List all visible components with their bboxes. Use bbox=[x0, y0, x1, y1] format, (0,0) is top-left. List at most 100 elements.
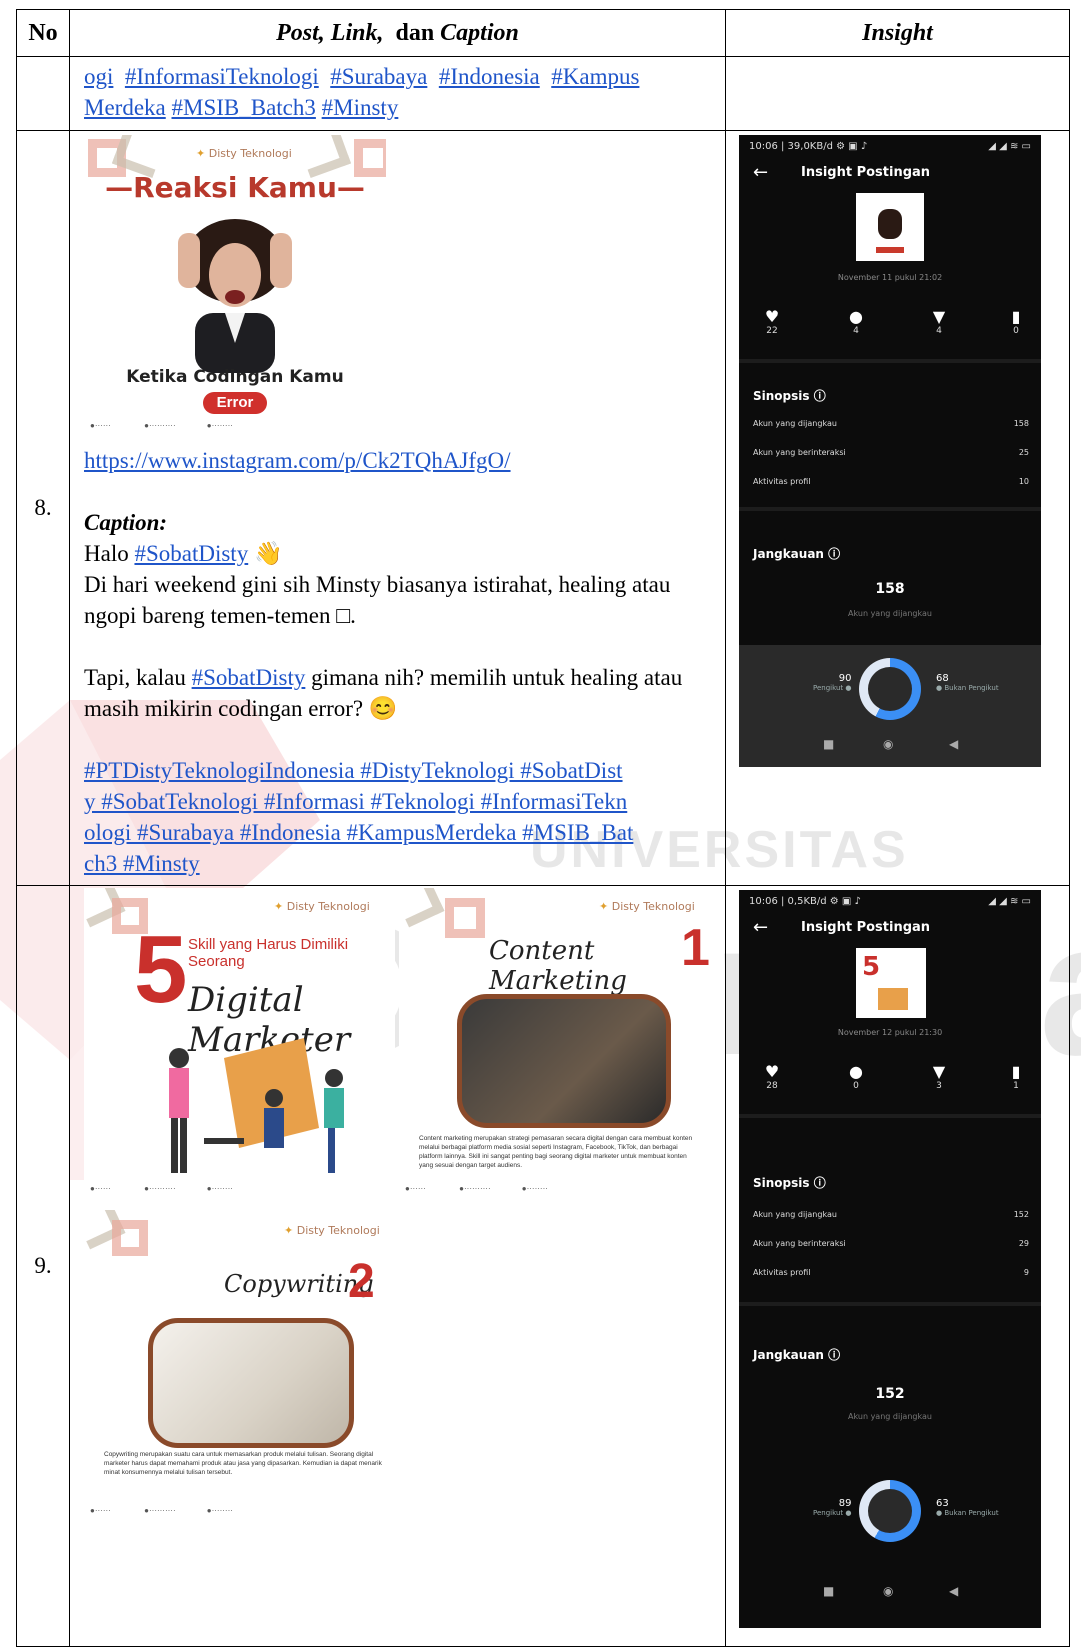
reach-label: Akun yang dijangkau bbox=[848, 609, 932, 618]
caption-paragraph-2: Tapi, kalau #SobatDisty gimana nih? memi… bbox=[84, 665, 683, 721]
post-image-copywriting: ✦ Disty Teknologi Copywriting 2 Copywrit… bbox=[84, 1210, 395, 1522]
header-no: No bbox=[16, 9, 70, 57]
stat-row: Akun yang berinteraksi 25 bbox=[753, 448, 1029, 457]
back-arrow-icon[interactable]: ← bbox=[753, 162, 768, 183]
woman-illustration bbox=[178, 219, 292, 373]
hashtag-link[interactable]: ogi bbox=[84, 64, 113, 89]
followers-donut bbox=[859, 1480, 921, 1542]
error-badge: Error bbox=[203, 392, 267, 414]
post-link[interactable]: https://www.instagram.com/p/Ck2TQhAJfgO/ bbox=[84, 448, 511, 473]
back-icon[interactable]: ◀ bbox=[949, 737, 958, 751]
hashtag-link[interactable]: #PTDistyTeknologiIndonesia #DistyTeknolo… bbox=[84, 758, 623, 783]
back-icon[interactable]: ◀ bbox=[949, 1584, 958, 1598]
hashtag-link[interactable]: #SobatDisty bbox=[192, 665, 306, 690]
post-body: Content marketing merupakan strategi pem… bbox=[419, 1135, 693, 1169]
hashtag-link[interactable]: Merdeka bbox=[84, 95, 166, 120]
comment-icon: ● bbox=[849, 1062, 863, 1081]
bookmark-icon: ▮ bbox=[1011, 307, 1021, 326]
wave-icon: 👋 bbox=[253, 541, 283, 566]
caption-label: Caption: bbox=[84, 510, 168, 535]
hashtag-link[interactable]: #Kampus bbox=[551, 64, 639, 89]
hashtag-link[interactable]: #Indonesia bbox=[439, 64, 540, 89]
caption-hashtags: #PTDistyTeknologiIndonesia #DistyTeknolo… bbox=[70, 755, 725, 879]
comment-icon: ● bbox=[849, 307, 863, 326]
likes-stat: ♥ 28 bbox=[752, 1062, 792, 1091]
post-footer-icons: ●······ ●·········· ●········ bbox=[90, 1184, 233, 1193]
post-image-reaksi: ✦ Disty Teknologi —Reaksi Kamu— Ketika C… bbox=[84, 135, 386, 435]
followers-stat: 89 Pengikut ● bbox=[813, 1498, 852, 1517]
nonfollowers-stat: 68 ● Bukan Pengikut bbox=[936, 673, 999, 692]
saves-stat: ▮ 0 bbox=[996, 307, 1036, 336]
post-date: November 11 pukul 21:02 bbox=[837, 273, 943, 282]
post-script-title: Content Marketing bbox=[489, 936, 627, 996]
saves-stat: ▮ 1 bbox=[996, 1062, 1036, 1091]
brand-label: ✦ Disty Teknologi bbox=[196, 147, 292, 160]
reach-value: 158 bbox=[875, 581, 905, 597]
stat-row: Akun yang berinteraksi 29 bbox=[753, 1239, 1029, 1248]
followers-donut bbox=[859, 658, 921, 720]
stat-row: Aktivitas profil 9 bbox=[753, 1268, 1029, 1277]
signal-icons: ◢ ◢ ≋ ▭ bbox=[988, 896, 1031, 907]
comments-stat: ● 4 bbox=[836, 307, 876, 336]
reach-value: 152 bbox=[875, 1386, 905, 1402]
big-number: 5 bbox=[134, 916, 188, 1023]
post-subline: Ketika Codingan Kamu bbox=[126, 367, 344, 387]
status-bar: 10:06 | 39,0KB/d ⚙ ▣ ♪ bbox=[749, 141, 868, 152]
row-9: 9. ✦ Disty Teknologi 5 Skill yang Harus … bbox=[16, 885, 1070, 1647]
row-number: 8. bbox=[16, 130, 70, 886]
insight-title: Insight Postingan bbox=[801, 165, 931, 180]
bookmark-icon: ▮ bbox=[1011, 1062, 1021, 1081]
row-8: 8. ✦ Disty Teknologi —Reaksi Kamu— Ketik… bbox=[16, 130, 1070, 886]
heart-icon: ♥ bbox=[764, 307, 780, 326]
hashtag-link[interactable]: #Surabaya bbox=[330, 64, 427, 89]
insight-screenshot-8: 10:06 | 39,0KB/d ⚙ ▣ ♪ ◢ ◢ ≋ ▭ ← Insight… bbox=[739, 135, 1041, 767]
laptop-photo bbox=[457, 994, 671, 1128]
post-number: 2 bbox=[348, 1255, 375, 1308]
share-icon: ▼ bbox=[932, 307, 946, 326]
post-thumbnail: 5 bbox=[856, 948, 926, 1018]
header-insight: Insight bbox=[725, 9, 1070, 57]
hashtag-link[interactable]: ologi #Surabaya #Indonesia #KampusMerdek… bbox=[84, 820, 633, 845]
insight-table: No Post, Link, dan Caption Insight ogi #… bbox=[16, 9, 1070, 1647]
sinopsis-heading: Sinopsis ⓘ bbox=[753, 389, 826, 403]
signal-icons: ◢ ◢ ≋ ▭ bbox=[988, 141, 1031, 152]
header-post: Post, Link, dan Caption bbox=[69, 9, 726, 57]
share-icon: ▼ bbox=[932, 1062, 946, 1081]
continuation-hashtags: ogi #InformasiTeknologi #Surabaya #Indon… bbox=[70, 57, 725, 123]
post-image-content-marketing: ✦ Disty Teknologi Content Marketing 1 Co… bbox=[399, 888, 713, 1200]
recent-apps-icon[interactable]: ■ bbox=[823, 1584, 834, 1598]
team-illustration bbox=[169, 1038, 344, 1173]
shares-stat: ▼ 4 bbox=[919, 307, 959, 336]
post-title: Skill yang Harus Dimiliki Seorang bbox=[188, 936, 349, 970]
hashtag-link[interactable]: y #SobatTeknologi #Informasi #Teknologi … bbox=[84, 789, 627, 814]
post-date: November 12 pukul 21:30 bbox=[837, 1028, 943, 1037]
brand-label: ✦ Disty Teknologi bbox=[274, 900, 370, 913]
home-icon[interactable]: ◉ bbox=[883, 737, 893, 751]
hashtag-link[interactable]: ch3 #Minsty bbox=[84, 851, 200, 876]
jangkauan-heading: Jangkauan ⓘ bbox=[753, 547, 841, 561]
continuation-row: ogi #InformasiTeknologi #Surabaya #Indon… bbox=[16, 56, 1070, 131]
home-icon[interactable]: ◉ bbox=[883, 1584, 893, 1598]
nonfollowers-stat: 63 ● Bukan Pengikut bbox=[936, 1498, 999, 1517]
jangkauan-heading: Jangkauan ⓘ bbox=[753, 1348, 841, 1362]
status-bar: 10:06 | 0,5KB/d ⚙ ▣ ♪ bbox=[749, 896, 861, 907]
reach-label: Akun yang dijangkau bbox=[848, 1412, 932, 1421]
post-footer-icons: ●······ ●·········· ●········ bbox=[405, 1184, 548, 1193]
post-footer-icons: ●······ ●·········· ●········ bbox=[90, 1506, 233, 1515]
hashtag-link[interactable]: #InformasiTeknologi bbox=[125, 64, 319, 89]
post-headline: —Reaksi Kamu— bbox=[105, 171, 365, 204]
hashtag-link[interactable]: #SobatDisty bbox=[134, 541, 248, 566]
greeting-text: Halo bbox=[84, 541, 135, 566]
hashtag-link[interactable]: #Minsty bbox=[322, 95, 399, 120]
sinopsis-heading: Sinopsis ⓘ bbox=[753, 1176, 826, 1190]
brand-label: ✦ Disty Teknologi bbox=[284, 1224, 380, 1237]
back-arrow-icon[interactable]: ← bbox=[753, 917, 768, 938]
post-body: Copywriting merupakan suatu cara untuk m… bbox=[104, 1451, 382, 1476]
followers-stat: 90 Pengikut ● bbox=[813, 673, 852, 692]
hashtag-link[interactable]: #MSIB_Batch3 bbox=[172, 95, 316, 120]
insight-title: Insight Postingan bbox=[801, 920, 931, 935]
caption-paragraph-1: Di hari weekend gini sih Minsty biasanya… bbox=[84, 572, 671, 628]
stat-row: Aktivitas profil 10 bbox=[753, 477, 1029, 486]
recent-apps-icon[interactable]: ■ bbox=[823, 737, 834, 751]
brand-label: ✦ Disty Teknologi bbox=[599, 900, 695, 913]
